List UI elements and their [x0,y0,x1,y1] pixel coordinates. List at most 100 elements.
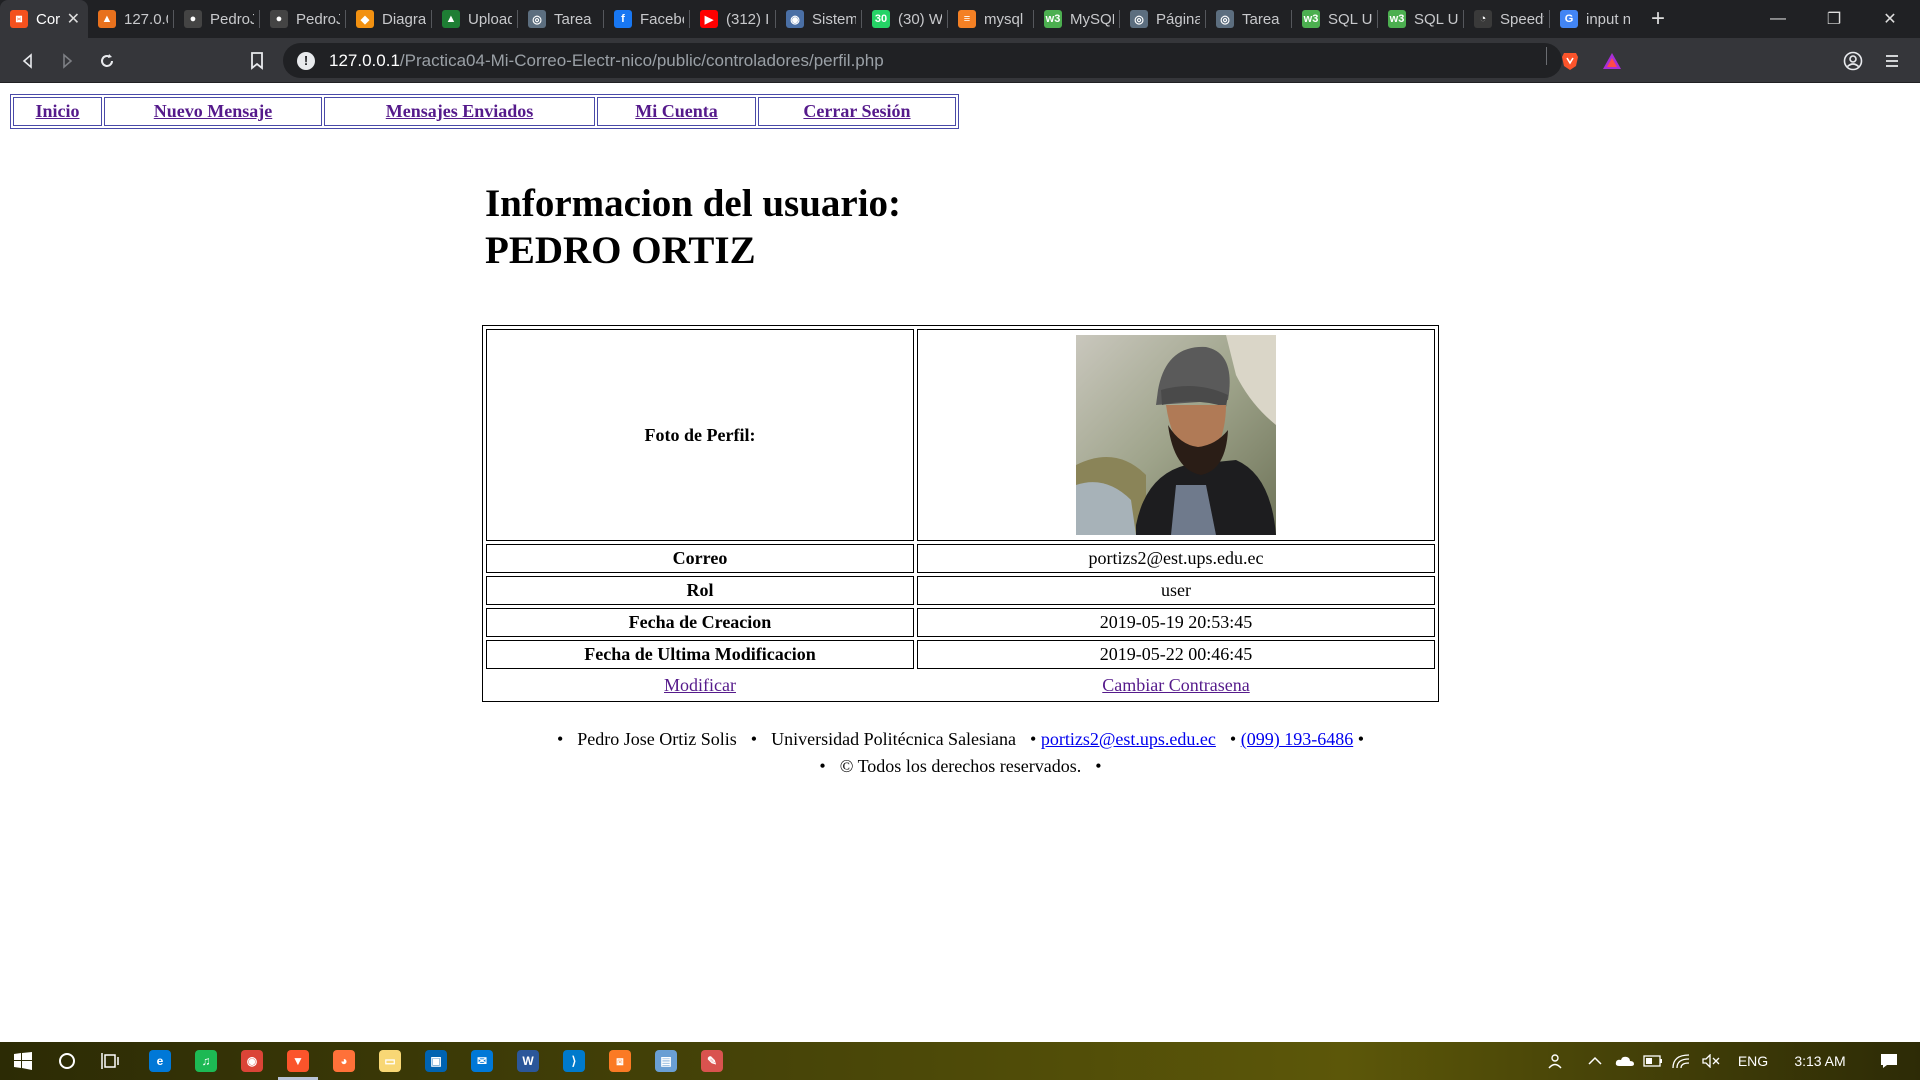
tab-title: 127.0.0 [124,10,168,28]
tab-favicon-icon: w3 [1044,10,1062,28]
volume-muted-icon[interactable] [1698,1042,1724,1080]
taskbar-word-icon[interactable]: W [505,1042,551,1080]
new-tab-icon[interactable]: + [1638,0,1678,38]
browser-tab[interactable]: ◎ Página [1120,0,1206,38]
taskbar-mail-icon[interactable]: ✉ [459,1042,505,1080]
browser-tab[interactable]: ◉ Sistem [776,0,862,38]
footer-email-link[interactable]: portizs2@est.ups.edu.ec [1041,729,1216,749]
taskbar-brave-icon[interactable]: ▼ [275,1042,321,1080]
browser-tab[interactable]: ● PedroJO [260,0,346,38]
tab-favicon-icon: w3 [1302,10,1320,28]
start-button[interactable] [0,1042,46,1080]
menu-cell: Mensajes Enviados [324,97,595,126]
browser-tab[interactable]: ⧈ Cor ✕ [0,0,88,38]
table-row: Rol user [486,576,1435,605]
taskbar-file-explorer-icon[interactable]: ▭ [367,1042,413,1080]
search-button[interactable] [44,1042,90,1080]
menu-icon[interactable] [1877,46,1907,76]
task-view-button[interactable] [88,1042,134,1080]
chevron-up-icon[interactable] [1582,1042,1608,1080]
menu-link-nuevo-mensaje[interactable]: Nuevo Mensaje [154,101,272,121]
taskbar-vscode-icon[interactable]: ⟩ [551,1042,597,1080]
photo-label: Foto de Perfil: [486,329,914,541]
address-bar[interactable]: ! 127.0.0.1/Practica04-Mi-Correo-Electr-… [283,43,1562,78]
page-title-user-name: PEDRO ORTIZ [485,229,756,272]
tab-title: input n [1586,10,1630,28]
notification-icon [1881,1054,1897,1068]
menu-cell: Inicio [13,97,102,126]
footer-bullet: • [1229,729,1237,749]
browser-tab[interactable]: Ginput n [1550,0,1636,38]
taskbar-store-icon[interactable]: ▣ [413,1042,459,1080]
people-icon[interactable] [1542,1042,1572,1080]
browser-tab[interactable]: ▶ (312) In [690,0,776,38]
browser-tab[interactable]: ◎ Tarea [1206,0,1292,38]
tab-close-icon[interactable]: ✕ [67,9,80,29]
maximize-icon[interactable]: ❐ [1806,0,1862,38]
xampp-logo-icon: ⧈ [609,1050,631,1072]
site-nav-menu: Inicio Nuevo Mensaje Mensajes Enviados M… [10,94,959,129]
taskbar-firefox-icon[interactable]: ◕ [321,1042,367,1080]
taskbar-notepad-icon[interactable]: ▤ [643,1042,689,1080]
menu-link-mi-cuenta[interactable]: Mi Cuenta [635,101,718,121]
modify-link[interactable]: Modificar [664,675,736,695]
action-center-button[interactable] [1866,1042,1912,1080]
browser-tab[interactable]: ● PedroJO [174,0,260,38]
url-divider [1546,47,1547,65]
language-indicator[interactable]: ENG [1730,1042,1776,1080]
window-close-icon[interactable]: ✕ [1862,0,1918,38]
clock[interactable]: 3:13 AM [1780,1042,1860,1080]
menu-cell: Mi Cuenta [597,97,756,126]
brave-shield-icon[interactable] [1555,46,1585,76]
browser-tab[interactable]: ◎ Tarea [518,0,604,38]
field-value-fecha-modificacion: 2019-05-22 00:46:45 [917,640,1435,669]
browser-tab[interactable]: ◔ Speedt [1464,0,1550,38]
menu-link-inicio[interactable]: Inicio [35,101,79,121]
tab-title: Tarea [1242,10,1280,28]
browser-tab[interactable]: ▲ 127.0.0 [88,0,174,38]
page-title-line-1: Informacion del usuario: [485,182,902,225]
firefox-logo-icon: ◕ [333,1050,355,1072]
table-row: Correo portizs2@est.ups.edu.ec [486,544,1435,573]
table-row: Fecha de Ultima Modificacion 2019-05-22 … [486,640,1435,669]
wifi-icon[interactable] [1668,1042,1694,1080]
battery-icon[interactable] [1640,1042,1666,1080]
menu-link-cerrar-sesion[interactable]: Cerrar Sesión [803,101,910,121]
tab-favicon-icon: w3 [1388,10,1406,28]
forward-icon[interactable] [52,46,82,76]
taskbar-spotify-icon[interactable]: ♫ [183,1042,229,1080]
tab-title: Página [1156,10,1200,28]
onedrive-icon[interactable] [1612,1042,1638,1080]
browser-tab[interactable]: ▲ Upload [432,0,518,38]
tab-title: Sistem [812,10,856,28]
browser-tab[interactable]: 30 (30) W [862,0,948,38]
taskbar-paint-icon[interactable]: ✎ [689,1042,735,1080]
tab-favicon-icon: ▶ [700,10,718,28]
reload-icon[interactable] [92,46,122,76]
browser-tab[interactable]: f Facebo [604,0,690,38]
browser-tab[interactable]: w3 SQL UP [1292,0,1378,38]
footer-phone-link[interactable]: (099) 193-6486 [1241,729,1353,749]
browser-tab[interactable]: w3 MySQL [1034,0,1120,38]
browser-tab[interactable]: ≡ mysql [948,0,1034,38]
profile-icon[interactable] [1838,46,1868,76]
tab-favicon-icon: f [614,10,632,28]
browser-tab[interactable]: ◆ Diagra [346,0,432,38]
menu-link-mensajes-enviados[interactable]: Mensajes Enviados [386,101,534,121]
taskbar-edge-icon[interactable]: e [137,1042,183,1080]
profile-photo [1076,335,1276,535]
photo-cell [917,329,1435,541]
back-icon[interactable] [13,46,43,76]
site-info-icon[interactable]: ! [297,51,315,70]
taskbar-chrome-icon[interactable]: ◉ [229,1042,275,1080]
bookmark-icon[interactable] [242,46,272,76]
footer-author-name: Pedro Jose Ortiz Solis [577,729,737,749]
url-path: /Practica04-Mi-Correo-Electr-nico/public… [399,50,884,70]
minimize-icon[interactable]: — [1750,0,1806,38]
change-password-link[interactable]: Cambiar Contrasena [1102,675,1249,695]
tab-favicon-icon: ◉ [786,10,804,28]
brave-rewards-icon[interactable] [1597,46,1627,76]
browser-tab[interactable]: w3 SQL UP [1378,0,1464,38]
taskbar-xampp-icon[interactable]: ⧈ [597,1042,643,1080]
modify-link-cell: Modificar [486,672,914,698]
